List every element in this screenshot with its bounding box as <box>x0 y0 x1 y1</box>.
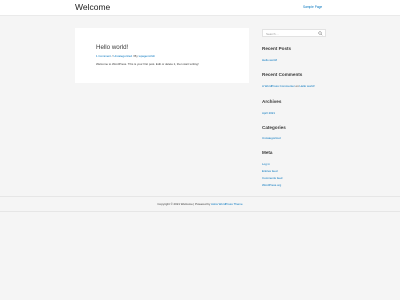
meta-link-entries-feed[interactable]: Entries feed <box>262 169 277 173</box>
meta-by-label: / By <box>132 54 139 58</box>
post-content: Welcome to WordPress. This is your first… <box>96 62 199 66</box>
comment-post-link[interactable]: Hello world! <box>300 84 315 88</box>
archives-title: Archives <box>262 99 282 104</box>
meta-link-comments-feed[interactable]: Comments feed <box>262 176 282 180</box>
meta-link-wordpress-org[interactable]: WordPress.org <box>262 183 281 187</box>
post-comments-link[interactable]: 1 Comment <box>96 54 111 58</box>
post-category-link[interactable]: Uncategorized <box>113 54 132 58</box>
post-title[interactable]: Hello world! <box>96 44 128 51</box>
site-header: Welcome Sample Page <box>0 0 400 16</box>
category-link-uncategorized[interactable]: Uncategorized <box>262 136 281 140</box>
comment-author-link[interactable]: A WordPress Commenter <box>262 84 295 88</box>
post-author-link[interactable]: wpagent-fish <box>139 54 155 58</box>
site-footer: Copyright © 2021 Welcome | Powered by As… <box>0 196 400 212</box>
recent-posts-title: Recent Posts <box>262 46 292 51</box>
footer-copyright-text: Copyright © 2021 Welcome | Powered by <box>157 202 212 206</box>
recent-comment-item: A WordPress Commenter on Hello world! <box>262 84 315 88</box>
recent-comments-title: Recent Comments <box>262 72 303 77</box>
meta-title: Meta <box>262 150 273 155</box>
site-title[interactable]: Welcome <box>75 2 110 12</box>
search-input[interactable]: Search ... <box>262 29 326 37</box>
post-article: Hello world! 1 Comment / Uncategorized /… <box>75 28 249 83</box>
search-icon[interactable] <box>318 31 323 36</box>
meta-link-login[interactable]: Log in <box>262 162 270 166</box>
post-meta: 1 Comment / Uncategorized / By wpagent-f… <box>96 54 155 58</box>
footer-theme-link[interactable]: Astra WordPress Theme <box>211 202 243 206</box>
search-placeholder: Search ... <box>266 31 279 36</box>
categories-title: Categories <box>262 125 286 130</box>
archive-link-april-2021[interactable]: April 2021 <box>262 111 275 115</box>
recent-post-link[interactable]: Hello world! <box>262 58 277 62</box>
nav-link-sample-page[interactable]: Sample Page <box>303 5 322 9</box>
footer-copyright: Copyright © 2021 Welcome | Powered by As… <box>0 202 400 206</box>
